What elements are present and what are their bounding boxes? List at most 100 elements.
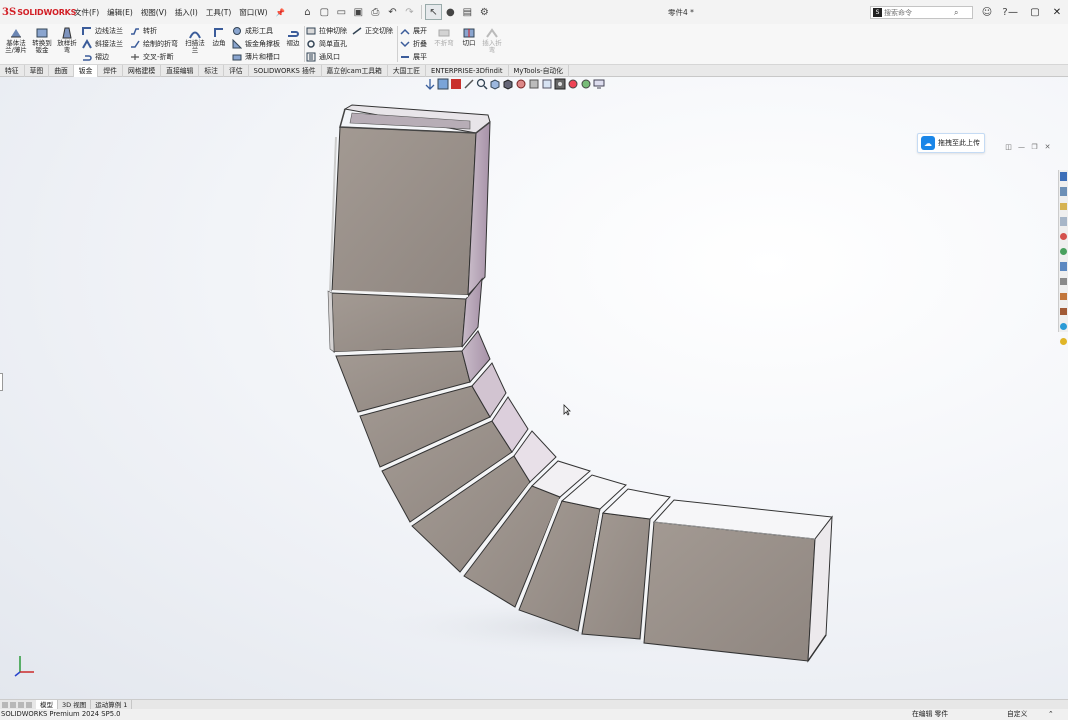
rip-button[interactable]: 切口	[458, 24, 480, 47]
tab-3dfindit[interactable]: ENTERPRISE-3Dfindit	[426, 65, 509, 77]
tab-slot-label: 薄片和槽口	[245, 53, 280, 61]
duct-segment-end[interactable]	[643, 499, 833, 663]
menu-file[interactable]: 文件(F)	[70, 7, 103, 18]
print-icon[interactable]: ⎙	[367, 4, 384, 20]
pin-icon[interactable]: 📌	[272, 8, 289, 17]
convert-to-sheet-metal-button[interactable]: 转换到钣金	[30, 24, 54, 54]
jog-button[interactable]: 转折	[130, 25, 157, 37]
redo-icon[interactable]: ↷	[401, 4, 418, 20]
coordinate-triad-icon	[14, 656, 34, 677]
edge-flange-icon	[82, 27, 91, 35]
vent-button[interactable]: 通风口	[306, 51, 340, 63]
tab-jlc-cam[interactable]: 嘉立创cam工具箱	[322, 65, 388, 77]
lofted-bend-button[interactable]: 放样折弯	[55, 24, 79, 54]
menu-edit[interactable]: 编辑(E)	[103, 7, 137, 18]
tab-addins[interactable]: SOLIDWORKS 插件	[249, 65, 322, 77]
hem-big-button[interactable]: 褶边	[283, 24, 303, 47]
tab-sketch[interactable]: 草图	[25, 65, 50, 77]
jog-icon	[131, 28, 139, 35]
status-units-custom[interactable]: 自定义	[1007, 709, 1027, 720]
base-flange-label: 基体法兰/薄片	[5, 39, 27, 54]
tab-3d-views[interactable]: 3D 视图	[58, 699, 92, 710]
minimize-icon[interactable]: —	[1002, 0, 1024, 24]
new-document-icon[interactable]: ▢	[316, 4, 333, 20]
menu-tools[interactable]: 工具(T)	[202, 7, 235, 18]
tab-weldments[interactable]: 焊件	[98, 65, 123, 77]
tab-mesh-modeling[interactable]: 网格建模	[123, 65, 162, 77]
extruded-cut-button[interactable]: 拉伸切除	[306, 25, 347, 37]
miter-flange-button[interactable]: 斜接法兰	[82, 38, 123, 50]
hem-button[interactable]: 褶边	[82, 51, 109, 63]
tab-markup[interactable]: 标注	[199, 65, 224, 77]
normal-cut-button[interactable]: 正交切除	[352, 25, 393, 37]
user-account-icon[interactable]: ☺	[978, 4, 996, 20]
tab-features[interactable]: 特征	[0, 65, 25, 77]
file-properties-icon[interactable]: ▤	[459, 4, 476, 20]
corners-button[interactable]: 边角	[209, 24, 229, 47]
tab-sheet-metal[interactable]: 钣金	[73, 65, 99, 77]
options-gear-icon[interactable]: ⚙	[476, 4, 493, 20]
tab-direct-editing[interactable]: 直接编辑	[161, 65, 200, 77]
tab-slot-button[interactable]: 薄片和槽口	[232, 51, 280, 63]
no-bends-button[interactable]: 不折弯	[432, 24, 456, 47]
rebuild-icon[interactable]: ●	[442, 4, 459, 20]
tab-mytools[interactable]: MyTools-自动化	[509, 65, 569, 77]
forming-tool-icon	[233, 27, 241, 35]
tab-evaluate[interactable]: 评估	[224, 65, 249, 77]
cross-break-button[interactable]: 交叉-折断	[130, 51, 174, 63]
unfold-button[interactable]: 展开	[400, 25, 427, 37]
simple-hole-button[interactable]: 简单直孔	[306, 38, 347, 50]
search-input[interactable]	[884, 8, 954, 17]
logo-mark: 3S	[2, 6, 17, 18]
last-tab-icon[interactable]	[26, 701, 32, 708]
graphics-viewport[interactable]: ☁ 拖拽至此上传 ◫ — ❐ ✕	[0, 77, 1068, 699]
search-scope-icon[interactable]: S	[873, 8, 882, 17]
tab-scroll-arrows[interactable]	[0, 700, 36, 710]
forming-tool-button[interactable]: 成形工具	[232, 25, 273, 37]
tab-craftsman[interactable]: 大国工匠	[388, 65, 427, 77]
gusset-button[interactable]: 钣金角撑板	[232, 38, 280, 50]
base-flange-button[interactable]: 基体法兰/薄片	[2, 24, 30, 54]
solidworks-logo[interactable]: 3S SOLIDWORKS	[0, 0, 76, 24]
menu-view[interactable]: 视图(V)	[137, 7, 171, 18]
bottom-tab-strip: 模型 3D 视图 运动算例 1	[0, 699, 1068, 710]
logo-text: SOLIDWORKS	[17, 7, 77, 17]
tab-surfaces[interactable]: 曲面	[49, 65, 74, 77]
open-folder-icon[interactable]: ▭	[333, 4, 350, 20]
flatten-button[interactable]: 展平	[400, 51, 427, 63]
search-icon[interactable]: ⌕	[954, 8, 958, 18]
first-tab-icon[interactable]	[2, 701, 8, 708]
swept-flange-button[interactable]: 扫描法兰	[183, 24, 207, 54]
prev-tab-icon[interactable]	[10, 701, 16, 708]
extruded-cut-icon	[306, 27, 316, 35]
sheet-metal-elbow-model[interactable]	[0, 77, 1068, 699]
flatten-label: 展平	[413, 53, 427, 61]
toolbar-divider	[420, 5, 422, 19]
command-search[interactable]: S ⌕	[870, 6, 973, 19]
swept-flange-icon	[189, 31, 201, 39]
home-icon[interactable]: ⌂	[299, 4, 316, 20]
tab-model[interactable]: 模型	[36, 699, 58, 710]
select-cursor-icon[interactable]: ↖	[424, 4, 442, 20]
fold-button[interactable]: 折叠	[400, 38, 427, 50]
corners-icon	[214, 28, 223, 37]
simple-hole-icon	[307, 40, 315, 48]
rip-icon	[463, 28, 475, 38]
next-tab-icon[interactable]	[18, 701, 24, 708]
sketched-bend-button[interactable]: 绘制的折弯	[130, 38, 178, 50]
status-expand-icon[interactable]: ⌃	[1048, 709, 1054, 720]
tab-motion-study[interactable]: 运动算例 1	[91, 699, 133, 710]
insert-bends-button[interactable]: 插入折弯	[481, 24, 503, 54]
save-icon[interactable]: ▣	[350, 4, 367, 20]
command-manager-ribbon: 基体法兰/薄片 转换到钣金 放样折弯 边线法兰 斜接法兰 褶边 转折 绘制的折弯…	[0, 24, 1068, 64]
close-icon[interactable]: ✕	[1046, 0, 1068, 24]
no-bends-label: 不折弯	[434, 39, 454, 47]
edge-flange-button[interactable]: 边线法兰	[82, 25, 123, 37]
undo-icon[interactable]: ↶	[384, 4, 401, 20]
menu-insert[interactable]: 插入(I)	[171, 7, 202, 18]
duct-segment-top[interactable]	[329, 104, 491, 297]
quick-access-toolbar: ⌂ ▢ ▭ ▣ ⎙ ↶ ↷ ↖ ● ▤ ⚙	[299, 0, 493, 24]
menu-window[interactable]: 窗口(W)	[235, 7, 271, 18]
maximize-icon[interactable]: ▢	[1024, 0, 1046, 24]
unfold-icon	[400, 28, 410, 35]
